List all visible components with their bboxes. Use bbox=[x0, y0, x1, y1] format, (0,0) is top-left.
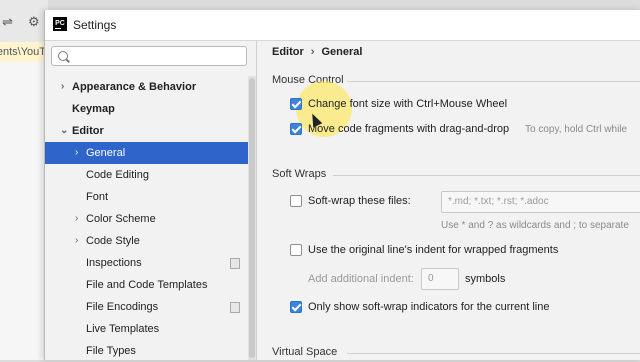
sidebar-item-appearance-behavior[interactable]: › Appearance & Behavior bbox=[45, 76, 256, 98]
pycharm-logo-icon: PC bbox=[53, 17, 67, 31]
only-show-indicators-label[interactable]: Only show soft-wrap indicators for the c… bbox=[308, 301, 550, 313]
soft-wrap-files-checkbox[interactable] bbox=[290, 195, 302, 207]
move-fragments-checkbox[interactable] bbox=[290, 123, 302, 135]
sidebar-item-label: Editor bbox=[72, 125, 104, 137]
sidebar-item-label: File Types bbox=[86, 345, 136, 357]
breadcrumb: Editor › General bbox=[272, 46, 362, 58]
sidebar-item-label: General bbox=[86, 147, 126, 159]
sidebar-item-color-scheme[interactable]: › Color Scheme bbox=[45, 208, 256, 230]
chevron-right-icon[interactable]: › bbox=[75, 208, 78, 230]
sidebar-item-code-style[interactable]: › Code Style bbox=[45, 230, 256, 252]
sidebar-item-label: Code Style bbox=[86, 235, 140, 247]
original-indent-label[interactable]: Use the original line's indent for wrapp… bbox=[308, 244, 558, 256]
only-show-indicators-checkbox[interactable] bbox=[290, 301, 302, 313]
background-panel bbox=[0, 62, 48, 360]
breadcrumb-current: General bbox=[321, 46, 363, 58]
sidebar-item-label: Appearance & Behavior bbox=[72, 81, 197, 93]
sidebar-item-label: Font bbox=[86, 191, 109, 203]
sidebar-item-code-editing[interactable]: Code Editing bbox=[45, 164, 256, 186]
background-toolbar: ⇌ ⚙ bbox=[0, 0, 48, 43]
background-editor-tab[interactable]: ents\YouT bbox=[0, 42, 48, 62]
chevron-right-icon[interactable]: › bbox=[75, 230, 78, 252]
settings-content: Editor › General Mouse Control Change font… bbox=[257, 41, 640, 360]
search-icon bbox=[58, 51, 68, 61]
additional-indent-suffix: symbols bbox=[465, 273, 506, 285]
breadcrumb-separator: › bbox=[310, 46, 315, 58]
sidebar-item-label: File and Code Templates bbox=[86, 279, 208, 291]
sidebar-item-editor[interactable]: ⌄ Editor bbox=[45, 120, 256, 142]
settings-sidebar: › Appearance & Behavior Keymap ⌄ Editor … bbox=[45, 41, 257, 360]
gear-icon[interactable]: ⚙ bbox=[28, 14, 40, 30]
additional-indent-input[interactable]: 0 bbox=[421, 268, 459, 290]
move-fragments-label[interactable]: Move code fragments with drag-and-drop bbox=[308, 123, 509, 135]
sidebar-item-general[interactable]: › General bbox=[45, 142, 256, 164]
change-font-size-checkbox[interactable] bbox=[290, 98, 302, 110]
chevron-down-icon[interactable]: ⌄ bbox=[60, 120, 68, 142]
sidebar-item-label: Live Templates bbox=[86, 323, 160, 335]
soft-wrap-files-hint: Use * and ? as wildcards and ; to separa… bbox=[441, 220, 629, 231]
breadcrumb-parent[interactable]: Editor bbox=[272, 46, 304, 58]
window-title: Settings bbox=[73, 18, 117, 32]
additional-indent-label: Add additional indent: bbox=[308, 273, 414, 285]
document-icon bbox=[230, 258, 240, 269]
move-fragments-hint: To copy, hold Ctrl while bbox=[525, 124, 628, 135]
scrollbar-thumb[interactable] bbox=[249, 78, 255, 358]
sidebar-item-label: Color Scheme bbox=[86, 213, 156, 225]
soft-wrap-files-label[interactable]: Soft-wrap these files: bbox=[308, 195, 411, 207]
chevron-right-icon[interactable]: › bbox=[61, 76, 64, 98]
settings-window: PC Settings › Appearance & Behavior Keym… bbox=[44, 10, 640, 360]
sidebar-item-label: Inspections bbox=[86, 257, 142, 269]
section-divider bbox=[347, 353, 640, 354]
title-bar: PC Settings bbox=[45, 10, 640, 41]
sidebar-item-label: Keymap bbox=[72, 103, 115, 115]
sidebar-item-keymap[interactable]: Keymap bbox=[45, 98, 256, 120]
sidebar-scrollbar[interactable] bbox=[248, 76, 256, 360]
chevron-right-icon[interactable]: › bbox=[75, 142, 78, 164]
sidebar-item-inspections[interactable]: Inspections bbox=[45, 252, 256, 274]
soft-wrap-files-input[interactable]: *.md; *.txt; *.rst; *.adoc bbox=[441, 191, 640, 213]
section-divider bbox=[347, 81, 640, 82]
document-icon bbox=[230, 302, 240, 313]
sidebar-item-file-types[interactable]: File Types bbox=[45, 340, 256, 362]
sidebar-item-label: File Encodings bbox=[86, 301, 159, 313]
section-title-virtual-space: Virtual Space bbox=[272, 346, 338, 358]
sidebar-item-file-code-templates[interactable]: File and Code Templates bbox=[45, 274, 256, 296]
sidebar-item-file-encodings[interactable]: File Encodings bbox=[45, 296, 256, 318]
sidebar-item-label: Code Editing bbox=[86, 169, 149, 181]
change-font-size-label[interactable]: Change font size with Ctrl+Mouse Wheel bbox=[308, 98, 507, 110]
original-indent-checkbox[interactable] bbox=[290, 244, 302, 256]
section-divider bbox=[333, 175, 640, 176]
sidebar-item-live-templates[interactable]: Live Templates bbox=[45, 318, 256, 340]
sidebar-item-font[interactable]: Font bbox=[45, 186, 256, 208]
search-input[interactable] bbox=[51, 46, 247, 66]
settings-sliders-icon[interactable]: ⇌ bbox=[2, 14, 13, 30]
section-title-soft-wraps: Soft Wraps bbox=[272, 168, 327, 180]
